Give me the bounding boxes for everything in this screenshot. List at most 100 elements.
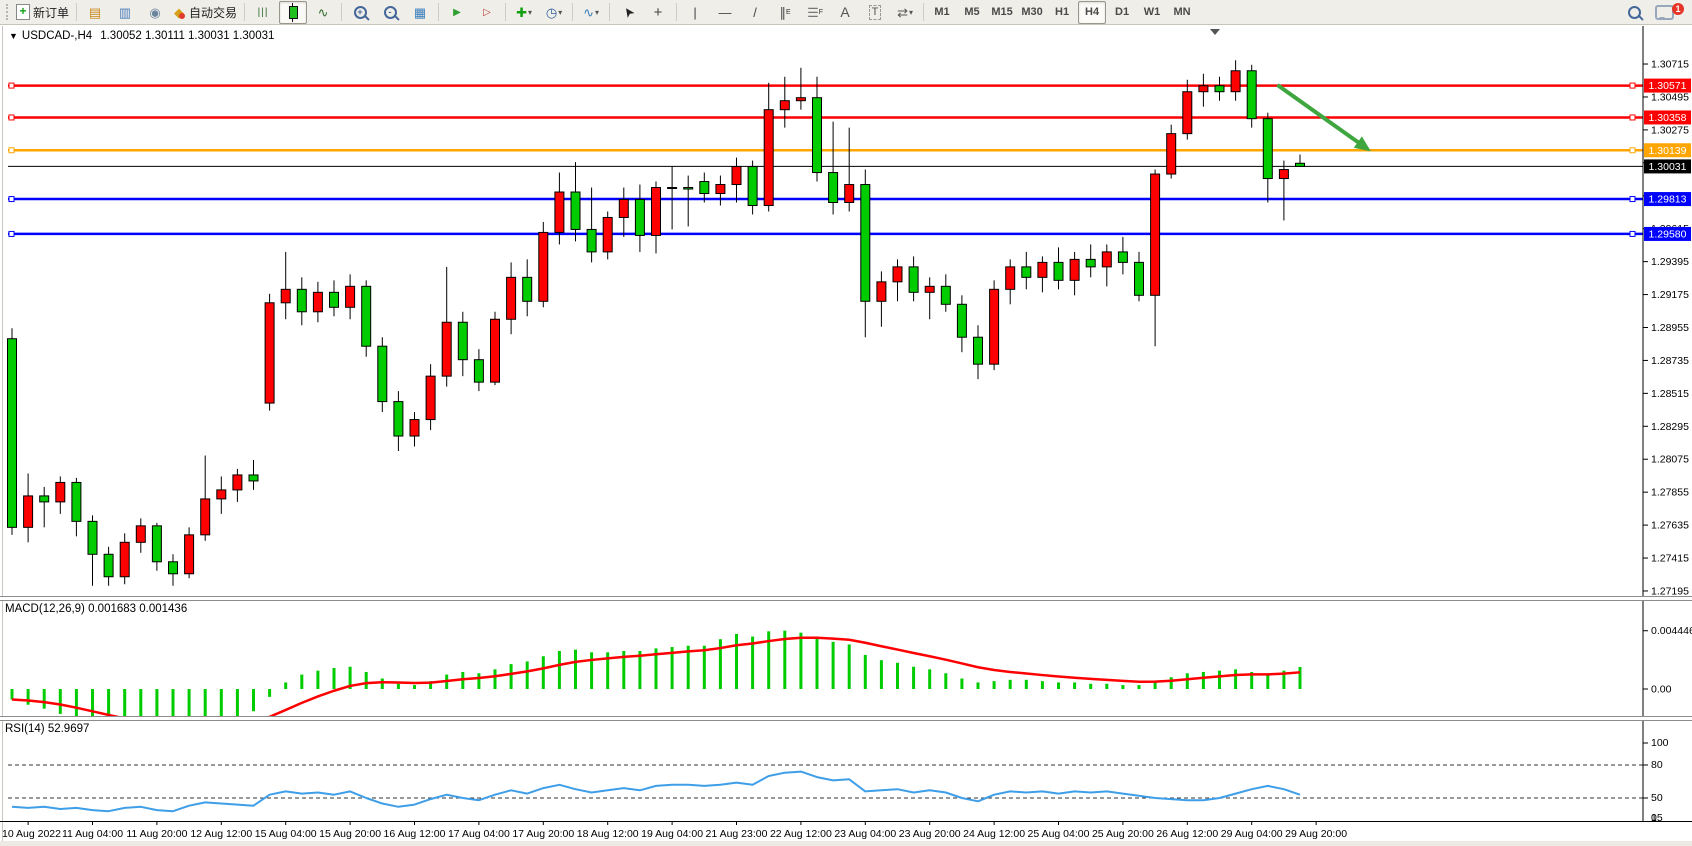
macd-histogram-bar — [236, 689, 239, 716]
chart-shift-icon: ▷ — [483, 6, 491, 19]
line-chart-button[interactable]: ∿ — [309, 1, 337, 24]
line-handle[interactable] — [9, 83, 14, 88]
symbol-dropdown-icon[interactable]: ▼ — [9, 31, 18, 41]
price-tick-label: 1.29395 — [1651, 256, 1689, 268]
text-label-tool-button[interactable]: T — [861, 1, 889, 24]
candlestick — [813, 77, 822, 182]
candle-body-down — [523, 277, 532, 301]
candle-body-up — [925, 286, 934, 292]
data-window-button[interactable]: ▥ — [111, 1, 139, 24]
chart-shift-button[interactable]: ▷ — [473, 1, 501, 24]
candlestick — [56, 476, 65, 513]
candle-body-up — [1006, 267, 1015, 289]
candlestick — [474, 349, 483, 391]
line-handle[interactable] — [9, 197, 14, 202]
separator — [244, 3, 245, 21]
timeframe-button-w1[interactable]: W1 — [1138, 1, 1166, 24]
timeframe-button-d1[interactable]: D1 — [1108, 1, 1136, 24]
new-order-button[interactable]: + 新订单 — [13, 1, 72, 24]
horizontal-line-tool-button[interactable]: — — [711, 1, 739, 24]
tile-windows-button[interactable]: ▦ — [406, 1, 434, 24]
macd-histogram-bar — [204, 689, 207, 716]
timeframe-button-m5[interactable]: M5 — [958, 1, 986, 24]
vertical-line-tool-button[interactable]: | — [681, 1, 709, 24]
separator — [438, 3, 439, 21]
cursor-tool-button[interactable]: ➤ — [614, 1, 642, 24]
text-tool-button[interactable]: A — [831, 1, 859, 24]
macd-histogram-bar — [1218, 671, 1221, 689]
timeframe-button-m15[interactable]: M15 — [988, 1, 1016, 24]
zoom-out-button[interactable]: - — [376, 1, 404, 24]
candlestick — [1135, 252, 1144, 301]
rsi-pane-canvas[interactable]: 1008050150 — [0, 721, 1692, 821]
line-handle[interactable] — [1630, 83, 1635, 88]
line-handle[interactable] — [9, 148, 14, 153]
search-icon — [1628, 6, 1641, 19]
auto-trading-button[interactable]: ◆ 自动交易 — [171, 1, 240, 24]
candle-body-up — [780, 101, 789, 110]
line-handle[interactable] — [1630, 231, 1635, 236]
indicators-button[interactable]: ✚▾ — [510, 1, 538, 24]
candlestick — [635, 185, 644, 252]
line-handle[interactable] — [9, 115, 14, 120]
candle-body-up — [990, 289, 999, 364]
templates-icon: ∿ — [583, 6, 594, 19]
candlestick — [120, 533, 129, 584]
macd-histogram-bar — [381, 679, 384, 689]
timeframe-button-m30[interactable]: M30 — [1018, 1, 1046, 24]
candle-body-down — [748, 167, 757, 206]
candle-body-down — [1135, 262, 1144, 295]
candlestick — [265, 294, 274, 411]
crosshair-tool-button[interactable]: + — [644, 1, 672, 24]
macd-histogram-bar — [960, 679, 963, 689]
text-label-icon: T — [869, 5, 882, 20]
timeframe-button-m1[interactable]: M1 — [928, 1, 956, 24]
timeframe-button-h1[interactable]: H1 — [1048, 1, 1076, 24]
auto-scroll-button[interactable]: ▶ — [443, 1, 471, 24]
macd-histogram-bar — [1041, 681, 1044, 689]
line-handle[interactable] — [9, 231, 14, 236]
price-tick-label: 1.29175 — [1651, 289, 1689, 301]
price-tick-label: 1.28295 — [1651, 421, 1689, 433]
macd-histogram-bar — [1105, 684, 1108, 689]
line-handle[interactable] — [1630, 148, 1635, 153]
notifications-button[interactable]: 1 — [1650, 1, 1678, 24]
templates-button[interactable]: ∿▾ — [577, 1, 605, 24]
main-chart-canvas[interactable]: 1.307151.304951.302751.300551.298351.296… — [0, 26, 1692, 596]
candlestick — [394, 391, 403, 451]
candlestick — [201, 455, 210, 540]
macd-histogram-bar — [1299, 667, 1302, 689]
arrows-tool-button[interactable]: ⇄▾ — [891, 1, 919, 24]
toolbar-grip[interactable] — [6, 4, 8, 20]
line-handle[interactable] — [1630, 115, 1635, 120]
timeframe-button-h4[interactable]: H4 — [1078, 1, 1106, 24]
market-watch-button[interactable]: ▤ — [81, 1, 109, 24]
macd-histogram-bar — [574, 650, 577, 689]
zoom-in-button[interactable]: + — [346, 1, 374, 24]
candle-body-up — [346, 286, 355, 307]
macd-histogram-bar — [27, 689, 30, 705]
timeframe-button-mn[interactable]: MN — [1168, 1, 1196, 24]
candlestick — [24, 473, 33, 542]
chat-bubble-icon — [1655, 5, 1674, 20]
line-price-label: 1.29813 — [1649, 194, 1687, 206]
channel-tool-button[interactable]: ∥E — [771, 1, 799, 24]
chart-ohlc-values: 1.30052 1.30111 1.30031 1.30031 — [100, 30, 274, 42]
candle-body-down — [861, 185, 870, 302]
sounds-button[interactable]: ◉ — [141, 1, 169, 24]
search-button[interactable] — [1620, 1, 1648, 24]
fibonacci-tool-button[interactable]: ☰F — [801, 1, 829, 24]
trendline-tool-button[interactable]: / — [741, 1, 769, 24]
price-tick-label: 1.27635 — [1651, 520, 1689, 532]
line-handle[interactable] — [1630, 197, 1635, 202]
macd-histogram-bar — [799, 633, 802, 689]
macd-pane-canvas[interactable]: 0.0044460.00-0.003566 — [0, 601, 1692, 716]
price-tick-label: 1.30495 — [1651, 91, 1689, 103]
macd-histogram-bar — [1009, 680, 1012, 689]
candlestick — [491, 312, 500, 385]
candlestick-chart-button[interactable] — [279, 1, 307, 24]
period-button[interactable]: ◷▾ — [540, 1, 568, 24]
bar-chart-button[interactable]: ||| — [249, 1, 277, 24]
candle-body-up — [313, 292, 322, 311]
horizontal-line-icon: — — [719, 6, 732, 19]
